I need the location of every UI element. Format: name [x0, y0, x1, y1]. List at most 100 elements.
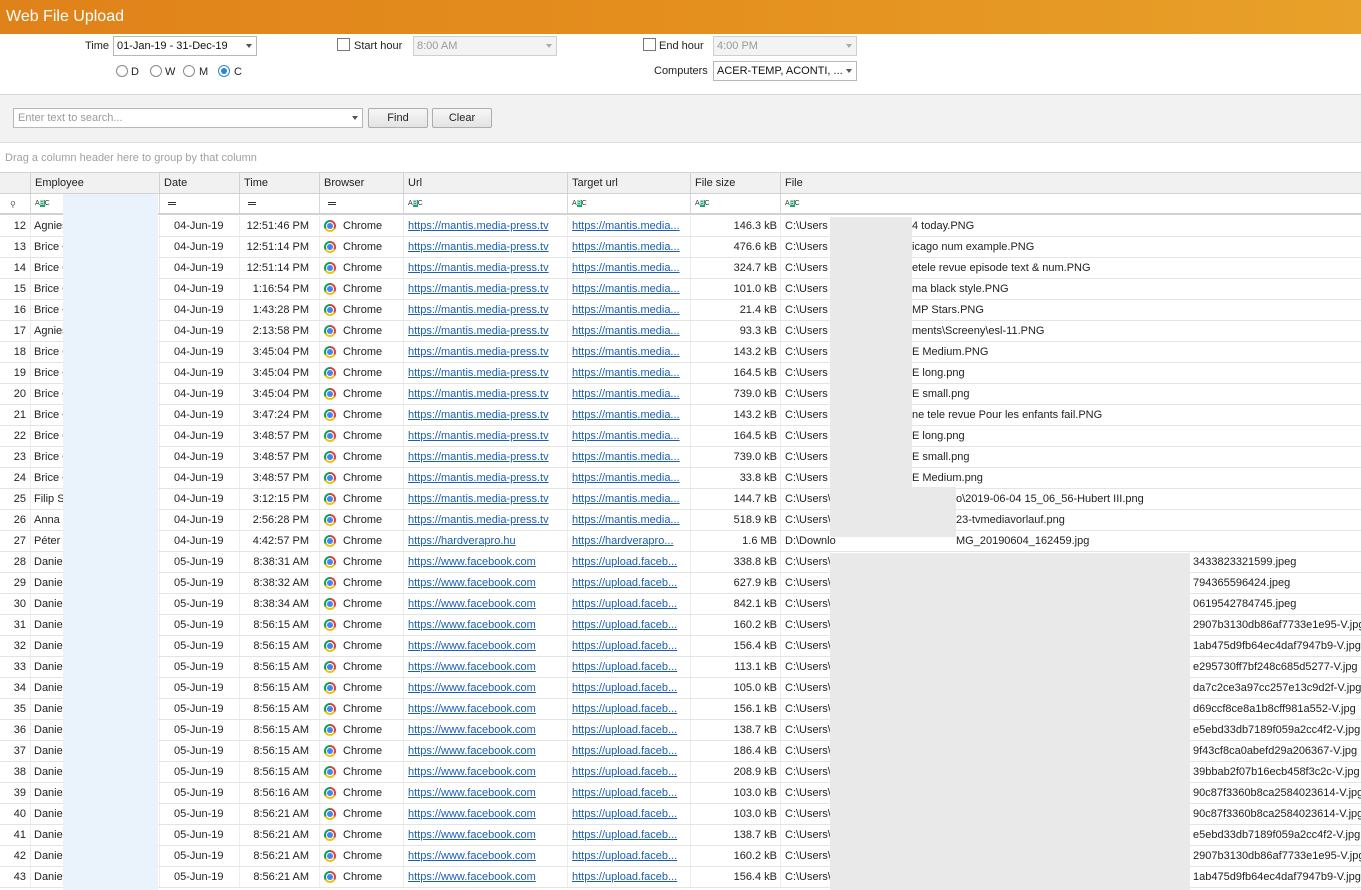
url-link[interactable]: https://www.facebook.com [408, 829, 536, 841]
filter-browser[interactable] [320, 194, 404, 213]
target-url-link[interactable]: https://mantis.media... [572, 241, 680, 253]
url-link[interactable]: https://www.facebook.com [408, 661, 536, 673]
end-hour-checkbox[interactable] [643, 38, 656, 51]
filter-file-size[interactable]: ABC [691, 194, 781, 213]
target-url-link[interactable]: https://upload.faceb... [572, 871, 677, 883]
url-link[interactable]: https://mantis.media-press.tv [408, 409, 549, 421]
search-input[interactable]: Enter text to search... [13, 108, 363, 128]
url-link[interactable]: https://www.facebook.com [408, 850, 536, 862]
time-range-dropdown[interactable]: 01-Jan-19 - 31-Dec-19 [113, 36, 257, 56]
period-radio-c[interactable] [218, 65, 230, 77]
group-panel[interactable]: Drag a column header here to group by th… [0, 144, 1361, 172]
target-url-link[interactable]: https://mantis.media... [572, 493, 680, 505]
target-url-link[interactable]: https://mantis.media... [572, 325, 680, 337]
target-url-link[interactable]: https://upload.faceb... [572, 808, 677, 820]
target-url-link[interactable]: https://hardverapro... [572, 535, 674, 547]
table-row[interactable]: 14 Brice C 04-Jun-19 12:51:14 PM Chrome https… [0, 258, 1361, 279]
filter-url[interactable]: ABC [404, 194, 568, 213]
target-url-link[interactable]: https://mantis.media... [572, 262, 680, 274]
url-link[interactable]: https://mantis.media-press.tv [408, 304, 549, 316]
table-row[interactable]: 17 Agnies 04-Jun-19 2:13:58 PM Chrome https:/… [0, 321, 1361, 342]
url-link[interactable]: https://www.facebook.com [408, 871, 536, 883]
target-url-link[interactable]: https://upload.faceb... [572, 850, 677, 862]
column-header-file-size[interactable]: File size [691, 173, 781, 194]
target-url-link[interactable]: https://upload.faceb... [572, 724, 677, 736]
url-link[interactable]: https://www.facebook.com [408, 619, 536, 631]
url-link[interactable]: https://www.facebook.com [408, 724, 536, 736]
table-row[interactable]: 19 Brice C 04-Jun-19 3:45:04 PM Chrome https:… [0, 363, 1361, 384]
filter-date[interactable] [160, 194, 240, 213]
table-row[interactable]: 23 Brice C 04-Jun-19 3:48:57 PM Chrome https:… [0, 447, 1361, 468]
url-link[interactable]: https://www.facebook.com [408, 766, 536, 778]
target-url-link[interactable]: https://upload.faceb... [572, 766, 677, 778]
target-url-link[interactable]: https://upload.faceb... [572, 556, 677, 568]
target-url-link[interactable]: https://upload.faceb... [572, 577, 677, 589]
target-url-link[interactable]: https://mantis.media... [572, 430, 680, 442]
table-row[interactable]: 15 Brice C 04-Jun-19 1:16:54 PM Chrome https:… [0, 279, 1361, 300]
target-url-link[interactable]: https://upload.faceb... [572, 829, 677, 841]
url-link[interactable]: https://mantis.media-press.tv [408, 472, 549, 484]
url-link[interactable]: https://mantis.media-press.tv [408, 241, 549, 253]
url-link[interactable]: https://www.facebook.com [408, 577, 536, 589]
target-url-link[interactable]: https://upload.faceb... [572, 661, 677, 673]
target-url-link[interactable]: https://upload.faceb... [572, 682, 677, 694]
find-button[interactable]: Find [368, 108, 428, 128]
url-link[interactable]: https://mantis.media-press.tv [408, 430, 549, 442]
start-hour-checkbox[interactable] [337, 38, 350, 51]
column-header-file[interactable]: File [781, 173, 1361, 194]
url-link[interactable]: https://www.facebook.com [408, 787, 536, 799]
table-row[interactable]: 26 Anna 04-Jun-19 2:56:28 PM Chrome https://m… [0, 510, 1361, 531]
table-row[interactable]: 25 Filip Sl 04-Jun-19 3:12:15 PM Chrome https… [0, 489, 1361, 510]
table-row[interactable]: 13 Brice C 04-Jun-19 12:51:14 PM Chrome https… [0, 237, 1361, 258]
url-link[interactable]: https://mantis.media-press.tv [408, 451, 549, 463]
table-row[interactable]: 20 Brice C 04-Jun-19 3:45:04 PM Chrome https:… [0, 384, 1361, 405]
url-link[interactable]: https://mantis.media-press.tv [408, 514, 549, 526]
url-link[interactable]: https://www.facebook.com [408, 640, 536, 652]
table-row[interactable]: 16 Brice C 04-Jun-19 1:43:28 PM Chrome https:… [0, 300, 1361, 321]
target-url-link[interactable]: https://mantis.media... [572, 451, 680, 463]
url-link[interactable]: https://www.facebook.com [408, 556, 536, 568]
target-url-link[interactable]: https://mantis.media... [572, 283, 680, 295]
target-url-link[interactable]: https://mantis.media... [572, 409, 680, 421]
target-url-link[interactable]: https://upload.faceb... [572, 745, 677, 757]
url-link[interactable]: https://mantis.media-press.tv [408, 220, 549, 232]
target-url-link[interactable]: https://mantis.media... [572, 346, 680, 358]
url-link[interactable]: https://mantis.media-press.tv [408, 262, 549, 274]
column-header-employee[interactable]: Employee [31, 173, 160, 194]
target-url-link[interactable]: https://mantis.media... [572, 304, 680, 316]
url-link[interactable]: https://www.facebook.com [408, 703, 536, 715]
url-link[interactable]: https://mantis.media-press.tv [408, 388, 549, 400]
url-link[interactable]: https://mantis.media-press.tv [408, 367, 549, 379]
column-header-url[interactable]: Url [404, 173, 568, 194]
period-radio-w[interactable] [150, 65, 162, 77]
table-row[interactable]: 12 Agnies 04-Jun-19 12:51:46 PM Chrome https:… [0, 216, 1361, 237]
target-url-link[interactable]: https://mantis.media... [572, 514, 680, 526]
url-link[interactable]: https://hardverapro.hu [408, 535, 516, 547]
url-link[interactable]: https://mantis.media-press.tv [408, 283, 549, 295]
filter-time[interactable] [240, 194, 320, 213]
start-hour-dropdown[interactable]: 8:00 AM [413, 36, 557, 56]
target-url-link[interactable]: https://upload.faceb... [572, 640, 677, 652]
filter-file[interactable]: ABC [781, 194, 1361, 213]
table-row[interactable]: 24 Brice C 04-Jun-19 3:48:57 PM Chrome https:… [0, 468, 1361, 489]
target-url-link[interactable]: https://upload.faceb... [572, 619, 677, 631]
target-url-link[interactable]: https://mantis.media... [572, 388, 680, 400]
table-row[interactable]: 18 Brice C 04-Jun-19 3:45:04 PM Chrome https:… [0, 342, 1361, 363]
table-row[interactable]: 21 Brice C 04-Jun-19 3:47:24 PM Chrome https:… [0, 405, 1361, 426]
column-header-browser[interactable]: Browser [320, 173, 404, 194]
computers-dropdown[interactable]: ACER-TEMP, ACONTI, ... [713, 61, 857, 81]
url-link[interactable]: https://www.facebook.com [408, 808, 536, 820]
column-header-time[interactable]: Time [240, 173, 320, 194]
url-link[interactable]: https://www.facebook.com [408, 598, 536, 610]
column-header-target-url[interactable]: Target url [568, 173, 691, 194]
column-header-date[interactable]: Date [160, 173, 240, 194]
target-url-link[interactable]: https://upload.faceb... [572, 598, 677, 610]
target-url-link[interactable]: https://mantis.media... [572, 472, 680, 484]
url-link[interactable]: https://www.facebook.com [408, 682, 536, 694]
end-hour-dropdown[interactable]: 4:00 PM [713, 36, 857, 56]
target-url-link[interactable]: https://upload.faceb... [572, 787, 677, 799]
table-row[interactable]: 22 Brice C 04-Jun-19 3:48:57 PM Chrome https:… [0, 426, 1361, 447]
target-url-link[interactable]: https://upload.faceb... [572, 703, 677, 715]
target-url-link[interactable]: https://mantis.media... [572, 220, 680, 232]
period-radio-d[interactable] [116, 65, 128, 77]
